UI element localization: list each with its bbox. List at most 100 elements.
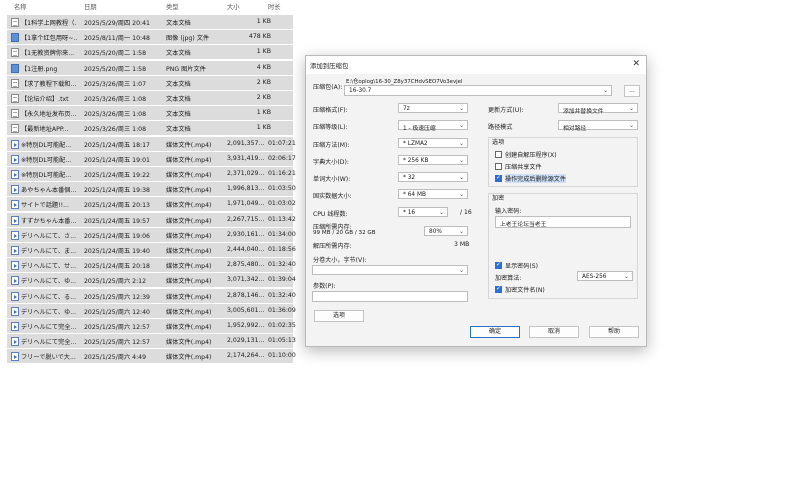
chevron-down-icon: ⌄ [458, 173, 464, 181]
word-select[interactable]: * 32 ⌄ [398, 172, 468, 182]
file-size: 4 KB [256, 63, 271, 71]
file-size: 2,930,161... [227, 230, 265, 238]
file-type: 媒体文件(.mp4) [166, 248, 212, 255]
col-header-size[interactable]: 大小 [227, 2, 240, 12]
video-file-icon [11, 200, 19, 210]
delete-source-label[interactable]: 操作完成后删除源文件 [505, 174, 566, 183]
file-size: 1,971,049... [227, 200, 265, 208]
dialog-titlebar[interactable]: 添加到压缩包 ✕ [306, 56, 646, 74]
level-label: 压缩等级(L): [313, 124, 348, 131]
threads-select[interactable]: * 16 ⌄ [398, 207, 448, 217]
encrypt-names-label[interactable]: 加密文件名(N) [505, 285, 545, 294]
show-password-checkbox[interactable] [495, 261, 502, 269]
col-header-type[interactable]: 类型 [166, 2, 179, 12]
file-name: 【1无教资牌你来... [21, 50, 75, 58]
solid-label: 固实数据大小: [313, 193, 352, 200]
sfx-checkbox[interactable] [495, 151, 502, 158]
text-file-icon [11, 94, 19, 103]
file-name: あやちゃん本番個... [21, 187, 77, 195]
file-row[interactable]: デリヘルにて、ゆ... 2025/1/25/周六 2:12 媒体文件(.mp4) 3,… [7, 273, 296, 288]
archive-name-combo[interactable]: 16-30.7 ⌄ [344, 85, 612, 96]
format-select[interactable]: 7z ⌄ [398, 103, 468, 113]
file-row[interactable]: 【1科学上网教程（... 2025/5/29/周四 20:41 文本文档 1 KB [7, 15, 293, 29]
chevron-down-icon: ⌄ [458, 104, 464, 112]
password-input[interactable]: 上老王论坛当老王 [495, 216, 631, 228]
encrypt-names-checkbox[interactable] [495, 285, 502, 293]
file-duration: 01:02:35 [268, 322, 296, 329]
file-row[interactable]: デリヘルにて完全... 2025/1/25/周六 12:57 媒体文件(.mp4) 2… [7, 334, 296, 349]
delete-source-checkbox[interactable] [495, 174, 502, 182]
dict-select[interactable]: * 256 KB ⌄ [398, 155, 468, 165]
archive-name-value: 16-30.7 [349, 87, 372, 94]
file-size: 1 KB [256, 124, 271, 132]
method-select[interactable]: * LZMA2 ⌄ [398, 138, 468, 148]
file-size: 2,371,029... [227, 170, 265, 177]
col-header-date[interactable]: 日期 [84, 2, 97, 12]
file-name: 【1科学上网教程（... [21, 20, 77, 27]
chevron-down-icon: ⌄ [628, 121, 634, 129]
file-row[interactable]: デリヘルにて、せ... 2025/1/24/周五 20:18 媒体文件(.mp4) 2… [7, 258, 296, 273]
file-name: すずかちゃん本番... [21, 217, 77, 225]
help-button[interactable]: 帮助 [589, 326, 639, 338]
file-row[interactable]: 【1无教资牌你来... 2025/5/20/周二 1:58 文本文档 1 KB [7, 45, 293, 60]
file-date: 2025/3/26/周三 1:08 [84, 96, 147, 103]
file-row[interactable]: 【1拿个红包用呀~... 2025/8/11/周一 10:48 图像 (jpg) 文… [7, 30, 293, 45]
file-row[interactable]: サイトで話題!!... 2025/1/24/周五 20:13 媒体文件(.mp4) 1… [7, 197, 296, 212]
browse-button[interactable]: ... [624, 85, 640, 97]
file-row[interactable]: あやちゃん本番個... 2025/1/24/周五 19:38 媒体文件(.mp4) 1… [7, 182, 296, 197]
file-type: 媒体文件(.mp4) [166, 278, 212, 286]
mem-percent-select[interactable]: 80% ⌄ [424, 226, 468, 236]
solid-select[interactable]: * 64 MB ⌄ [398, 189, 468, 199]
sfx-label[interactable]: 创建自解压程序(X) [505, 150, 557, 159]
file-row[interactable]: デリヘルにて、る... 2025/1/25/周六 12:39 媒体文件(.mp4) 2… [7, 288, 296, 303]
file-row[interactable]: 【求了教程下载和... 2025/3/26/周三 1:07 文本文档 2 KB [7, 75, 293, 90]
options-button[interactable]: 选项 [314, 310, 364, 322]
file-duration: 01:32:40 [268, 291, 296, 299]
file-duration: 01:16:21 [268, 170, 296, 177]
text-file-icon [11, 18, 19, 27]
file-date: 2025/5/20/周二 1:58 [84, 50, 147, 58]
video-file-icon [11, 276, 19, 286]
file-row[interactable]: デリヘルにて、ゆ... 2025/1/25/周六 12:40 媒体文件(.mp4) 3… [7, 303, 296, 318]
file-size: 3,931,419... [227, 154, 265, 162]
file-type: 媒体文件(.mp4) [166, 156, 212, 164]
col-header-duration[interactable]: 时长 [268, 2, 281, 12]
file-row[interactable]: デリヘルにて、さ... 2025/1/24/周五 19:06 媒体文件(.mp4) 2… [7, 227, 296, 242]
path-mode-select[interactable]: 相对路径 ⌄ [558, 120, 638, 132]
file-row[interactable]: 【论坛介绍】.txt 2025/3/26/周三 1:08 文本文档 2 KB [7, 91, 293, 105]
file-size: 3,071,342... [227, 276, 265, 284]
file-row[interactable]: 【1注册.png 2025/5/20/周二 1:58 PNG 图片文件 4 KB [7, 60, 293, 75]
file-size: 478 KB [248, 33, 271, 41]
ok-button[interactable]: 确定 [470, 326, 520, 338]
dialog-title: 添加到压缩包 [310, 62, 349, 70]
file-duration: 01:03:50 [268, 185, 296, 193]
file-row[interactable]: ※特別DL可能配... 2025/1/24/周五 19:22 媒体文件(.mp4) 2… [7, 167, 296, 181]
file-type: 媒体文件(.mp4) [166, 172, 212, 179]
file-row[interactable]: フリーで脱いで大... 2025/1/25/周六 4:49 媒体文件(.mp4) 2,… [7, 349, 296, 364]
file-size: 2,444,040... [227, 246, 265, 253]
col-header-name[interactable]: 名称 [14, 2, 27, 12]
video-file-icon [11, 352, 19, 362]
params-input[interactable] [312, 291, 468, 302]
file-row[interactable]: ※特別DL可能配... 2025/1/24/周五 18:17 媒体文件(.mp4) 2… [7, 136, 296, 151]
file-row[interactable]: 【永久地址发布页... 2025/3/26/周三 1:08 文本文档 1 KB [7, 106, 293, 121]
update-select[interactable]: 添加并替换文件 ⌄ [558, 103, 638, 115]
cancel-button[interactable]: 取消 [529, 326, 579, 338]
split-combo[interactable]: ⌄ [312, 265, 468, 275]
shared-checkbox[interactable] [495, 163, 502, 170]
file-size: 2,091,357... [227, 139, 265, 147]
file-row[interactable]: デリヘルにて完全... 2025/1/25/周六 12:57 媒体文件(.mp4) 1… [7, 319, 296, 333]
file-row[interactable]: ※特別DL可能配... 2025/1/24/周五 19:01 媒体文件(.mp4) 3… [7, 151, 296, 166]
file-type: 文本文档 [166, 50, 191, 58]
shared-label[interactable]: 压缩共享文件 [505, 162, 542, 171]
close-icon[interactable]: ✕ [632, 59, 640, 69]
enc-method-select[interactable]: AES-256 ⌄ [577, 271, 633, 281]
level-select[interactable]: 1 - 极速压缩 ⌄ [398, 120, 468, 132]
chevron-down-icon: ⌄ [458, 156, 464, 164]
file-size: 2,174,264... [227, 352, 265, 360]
file-row[interactable]: すずかちゃん本番... 2025/1/24/周五 19:57 媒体文件(.mp4) 2… [7, 212, 296, 227]
show-password-label[interactable]: 显示密码(S) [505, 261, 538, 270]
file-row[interactable]: 【最新地址APP... 2025/3/26/周三 1:08 文本文档 1 KB [7, 121, 293, 136]
encryption-group: 加密 输入密码: 上老王论坛当老王 显示密码(S) 加密算法: AES-256 … [488, 193, 638, 299]
file-row[interactable]: デリヘルにて、ま... 2025/1/24/周五 19:40 媒体文件(.mp4) 2… [7, 243, 296, 257]
